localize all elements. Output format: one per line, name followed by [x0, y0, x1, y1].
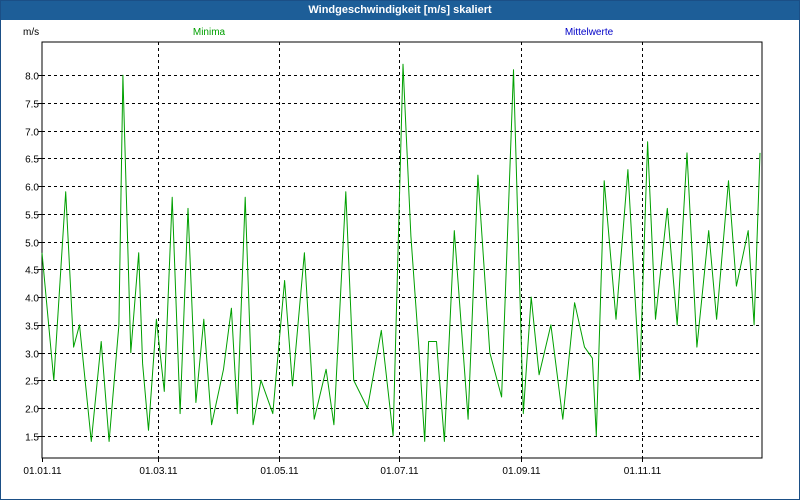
y-tick-label: 2.5 [25, 377, 39, 388]
y-tick-label: 4.0 [25, 294, 39, 305]
x-tick-label: 01.01.11 [23, 466, 62, 477]
y-tick-label: 7.5 [25, 100, 39, 111]
x-tick-label: 01.05.11 [260, 466, 299, 477]
y-tick-label: 3.5 [25, 322, 39, 333]
chart-canvas: 1.5 2.0 2.5 3.0 3.5 4.0 4.5 5.0 5.5 6.0 6.5 7.0 7.5 8… [23, 27, 763, 477]
y-tick-label: 6.5 [25, 155, 39, 166]
x-tick-label: 01.09.11 [502, 466, 541, 477]
y-tick-label: 5.5 [25, 211, 39, 222]
y-tick-label: 7.0 [25, 128, 39, 139]
y-tick-label: 2.0 [25, 405, 39, 416]
y-tick-label: 5.0 [25, 239, 39, 250]
y-tick-label: 1.5 [25, 433, 39, 444]
window-title: Windgeschwindigkeit [m/s] skaliert [1, 1, 799, 20]
x-tick-label: 01.11.11 [624, 466, 662, 477]
x-tick-label: 01.03.11 [139, 466, 178, 477]
y-axis-label: m/s [23, 27, 39, 38]
y-tick-label: 4.5 [25, 266, 39, 277]
y-tick-label: 3.0 [25, 350, 39, 361]
y-tick-label: 6.0 [25, 183, 39, 194]
y-tick-label: 8.0 [25, 72, 39, 83]
x-tick-label: 01.07.11 [380, 466, 419, 477]
chart-window: Windgeschwindigkeit [m/s] skaliert 1.5 2.… [0, 0, 800, 500]
legend-label-minima: Minima [193, 27, 226, 38]
legend-label-mittelwerte: Mittelwerte [565, 27, 614, 38]
